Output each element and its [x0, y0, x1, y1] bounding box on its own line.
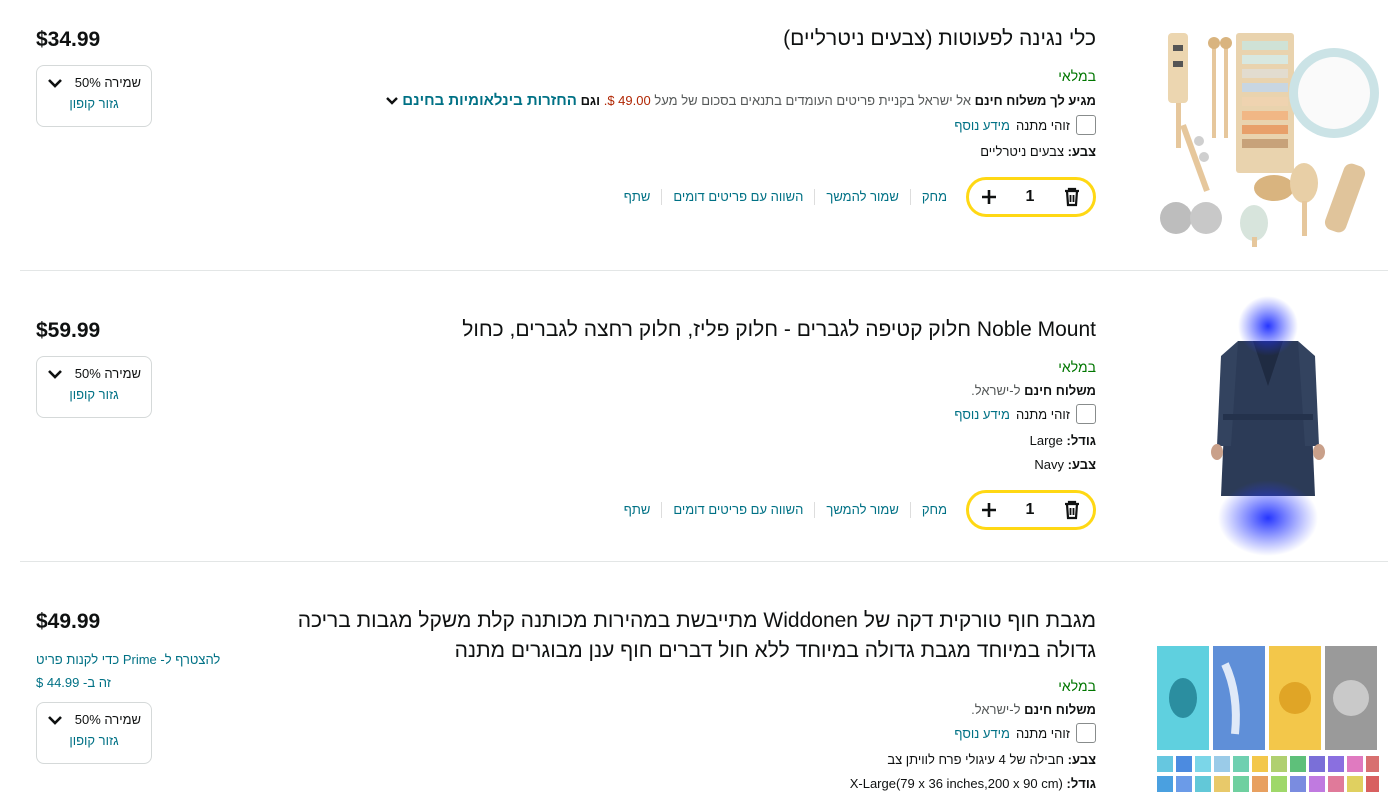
chevron-down-icon[interactable]: [47, 715, 63, 725]
gift-label: זוהי מתנה: [1015, 117, 1070, 133]
color-attribute: צבע: צבעים ניטרליים: [296, 144, 1096, 159]
item-price: $59.99: [36, 319, 101, 342]
color-label: צבע:: [1067, 457, 1096, 472]
delete-link[interactable]: מחק: [909, 502, 958, 518]
item-details: מגבת חוף טורקית דקה של Widdonen מתייבשת …: [296, 606, 1096, 791]
quantity-value: 1: [1025, 501, 1035, 518]
shipping-text: אל ישראל בקניית פריטים העומדים בתנאים בס…: [654, 93, 972, 108]
free-shipping-label: משלוח חינם: [1024, 383, 1096, 398]
clip-coupon-link[interactable]: גזור קופון: [47, 387, 141, 402]
shipping-info: משלוח חינם ל-ישראל.: [296, 702, 1096, 717]
save-for-later-link[interactable]: שמור להמשך: [814, 502, 909, 518]
clip-coupon-link[interactable]: גזור קופון: [47, 96, 141, 111]
compare-link[interactable]: השווה עם פריטים דומים: [661, 502, 814, 518]
coupon-box[interactable]: שמירה 50% גזור קופון: [36, 702, 152, 764]
gift-option: זוהי מתנה מידע נוסף: [296, 404, 1096, 424]
color-value: צבעים ניטרליים: [980, 144, 1065, 160]
toddler-instruments-image: [1160, 32, 1379, 247]
chevron-down-icon[interactable]: [47, 369, 63, 379]
gift-more-info-link[interactable]: מידע נוסף: [954, 726, 1010, 741]
gift-label: זוהי מתנה: [1015, 406, 1070, 422]
size-label: גודל:: [1066, 776, 1096, 791]
stock-status: במלאי: [1058, 68, 1096, 84]
item-details: כלי נגינה לפעוטות (צבעים ניטרליים) במלאי…: [296, 24, 1096, 218]
gift-checkbox[interactable]: [1076, 404, 1096, 424]
beach-towels-image: [1157, 646, 1379, 792]
plus-icon[interactable]: [981, 502, 997, 518]
gift-checkbox[interactable]: [1076, 723, 1096, 743]
coupon-box[interactable]: שמירה 50% גזור קופון: [36, 65, 152, 127]
product-title[interactable]: מגבת חוף טורקית דקה של Widdonen מתייבשת …: [276, 606, 1096, 666]
quantity-stepper: 1: [966, 490, 1096, 530]
share-link[interactable]: שתף: [613, 189, 662, 205]
also-label: וגם: [580, 93, 601, 108]
gift-more-info-link[interactable]: מידע נוסף: [954, 118, 1010, 133]
product-image[interactable]: [1148, 642, 1388, 802]
shipping-threshold: 49.00 $.: [603, 93, 651, 108]
bathrobe-image: [1211, 296, 1325, 556]
shipping-info: מגיע לך משלוח חינם אל ישראל בקניית פריטי…: [296, 92, 1096, 109]
product-title[interactable]: Noble Mount חלוק קטיפה לגברים - חלוק פלי…: [296, 315, 1096, 345]
item-actions: 1 מחק שמור להמשך השווה עם פריטים דומים ש…: [296, 490, 1096, 530]
free-shipping-label: משלוח חינם: [1024, 702, 1096, 717]
coupon-box[interactable]: שמירה 50% גזור קופון: [36, 356, 152, 418]
gift-option: זוהי מתנה מידע נוסף: [296, 115, 1096, 136]
shipping-info: משלוח חינם ל-ישראל.: [296, 383, 1096, 398]
compare-link[interactable]: השווה עם פריטים דומים: [661, 189, 814, 206]
item-price: $34.99: [36, 28, 101, 51]
color-value: חבילה של 4 עיגולי פרח לוויתן צב: [887, 752, 1065, 767]
clip-coupon-link[interactable]: גזור קופון: [47, 733, 141, 748]
size-value: X-Large(79 x 36 inches,200 x 90 cm): [849, 776, 1063, 791]
share-link[interactable]: שתף: [613, 502, 662, 518]
coupon-saving: שמירה 50%: [74, 712, 141, 727]
color-attribute: צבע: חבילה של 4 עיגולי פרח לוויתן צב: [296, 752, 1096, 767]
prime-offer-line-2[interactable]: זה ב- 44.99 $: [36, 675, 220, 690]
prime-offer-line-1[interactable]: להצטרף ל- Prime כדי לקנות פריט: [36, 652, 220, 667]
color-value: Navy: [1034, 457, 1065, 472]
item-details: Noble Mount חלוק קטיפה לגברים - חלוק פלי…: [296, 315, 1096, 530]
trash-icon[interactable]: [1063, 500, 1081, 520]
color-attribute: צבע: Navy: [296, 457, 1096, 472]
stock-status: במלאי: [1058, 678, 1096, 694]
color-label: צבע:: [1067, 752, 1096, 767]
quantity-stepper: 1: [966, 177, 1096, 218]
plus-icon[interactable]: [981, 189, 997, 205]
free-shipping-label: מגיע לך משלוח חינם: [974, 93, 1096, 108]
shipping-destination: ל-ישראל.: [971, 383, 1021, 398]
product-image[interactable]: [1148, 20, 1388, 250]
prime-offer-link[interactable]: להצטרף ל- Prime כדי לקנות פריט זה ב- 44.…: [36, 652, 220, 690]
cart-item-3: מגבת חוף טורקית דקה של Widdonen מתייבשת …: [20, 562, 1388, 811]
trash-icon[interactable]: [1063, 187, 1081, 207]
delete-link[interactable]: מחק: [909, 189, 958, 206]
chevron-down-icon[interactable]: [47, 78, 63, 88]
coupon-saving: שמירה 50%: [74, 366, 141, 381]
item-price: $49.99: [36, 610, 101, 633]
size-attribute: גודל: X-Large(79 x 36 inches,200 x 90 cm…: [296, 776, 1096, 791]
international-returns-link[interactable]: החזרות בינלאומיות בחינם: [402, 92, 577, 109]
gift-more-info-link[interactable]: מידע נוסף: [954, 407, 1010, 422]
size-attribute: גודל: Large: [296, 433, 1096, 448]
cart-item-2: Noble Mount חלוק קטיפה לגברים - חלוק פלי…: [20, 271, 1388, 562]
product-title[interactable]: כלי נגינה לפעוטות (צבעים ניטרליים): [296, 24, 1096, 54]
cart-item-1: כלי נגינה לפעוטות (צבעים ניטרליים) במלאי…: [20, 0, 1388, 271]
coupon-saving: שמירה 50%: [74, 75, 141, 90]
size-label: גודל:: [1066, 433, 1096, 448]
gift-label: זוהי מתנה: [1015, 725, 1070, 741]
chevron-down-icon[interactable]: [385, 94, 399, 109]
product-image[interactable]: [1148, 291, 1388, 561]
shipping-destination: ל-ישראל.: [971, 702, 1021, 717]
gift-option: זוהי מתנה מידע נוסף: [296, 723, 1096, 743]
item-actions: 1 מחק שמור להמשך השווה עם פריטים דומים ש…: [296, 177, 1096, 218]
save-for-later-link[interactable]: שמור להמשך: [814, 189, 909, 206]
stock-status: במלאי: [1058, 359, 1096, 375]
gift-checkbox[interactable]: [1076, 115, 1096, 136]
size-value: Large: [1029, 433, 1063, 448]
quantity-value: 1: [1025, 188, 1035, 206]
color-label: צבע:: [1067, 144, 1096, 160]
